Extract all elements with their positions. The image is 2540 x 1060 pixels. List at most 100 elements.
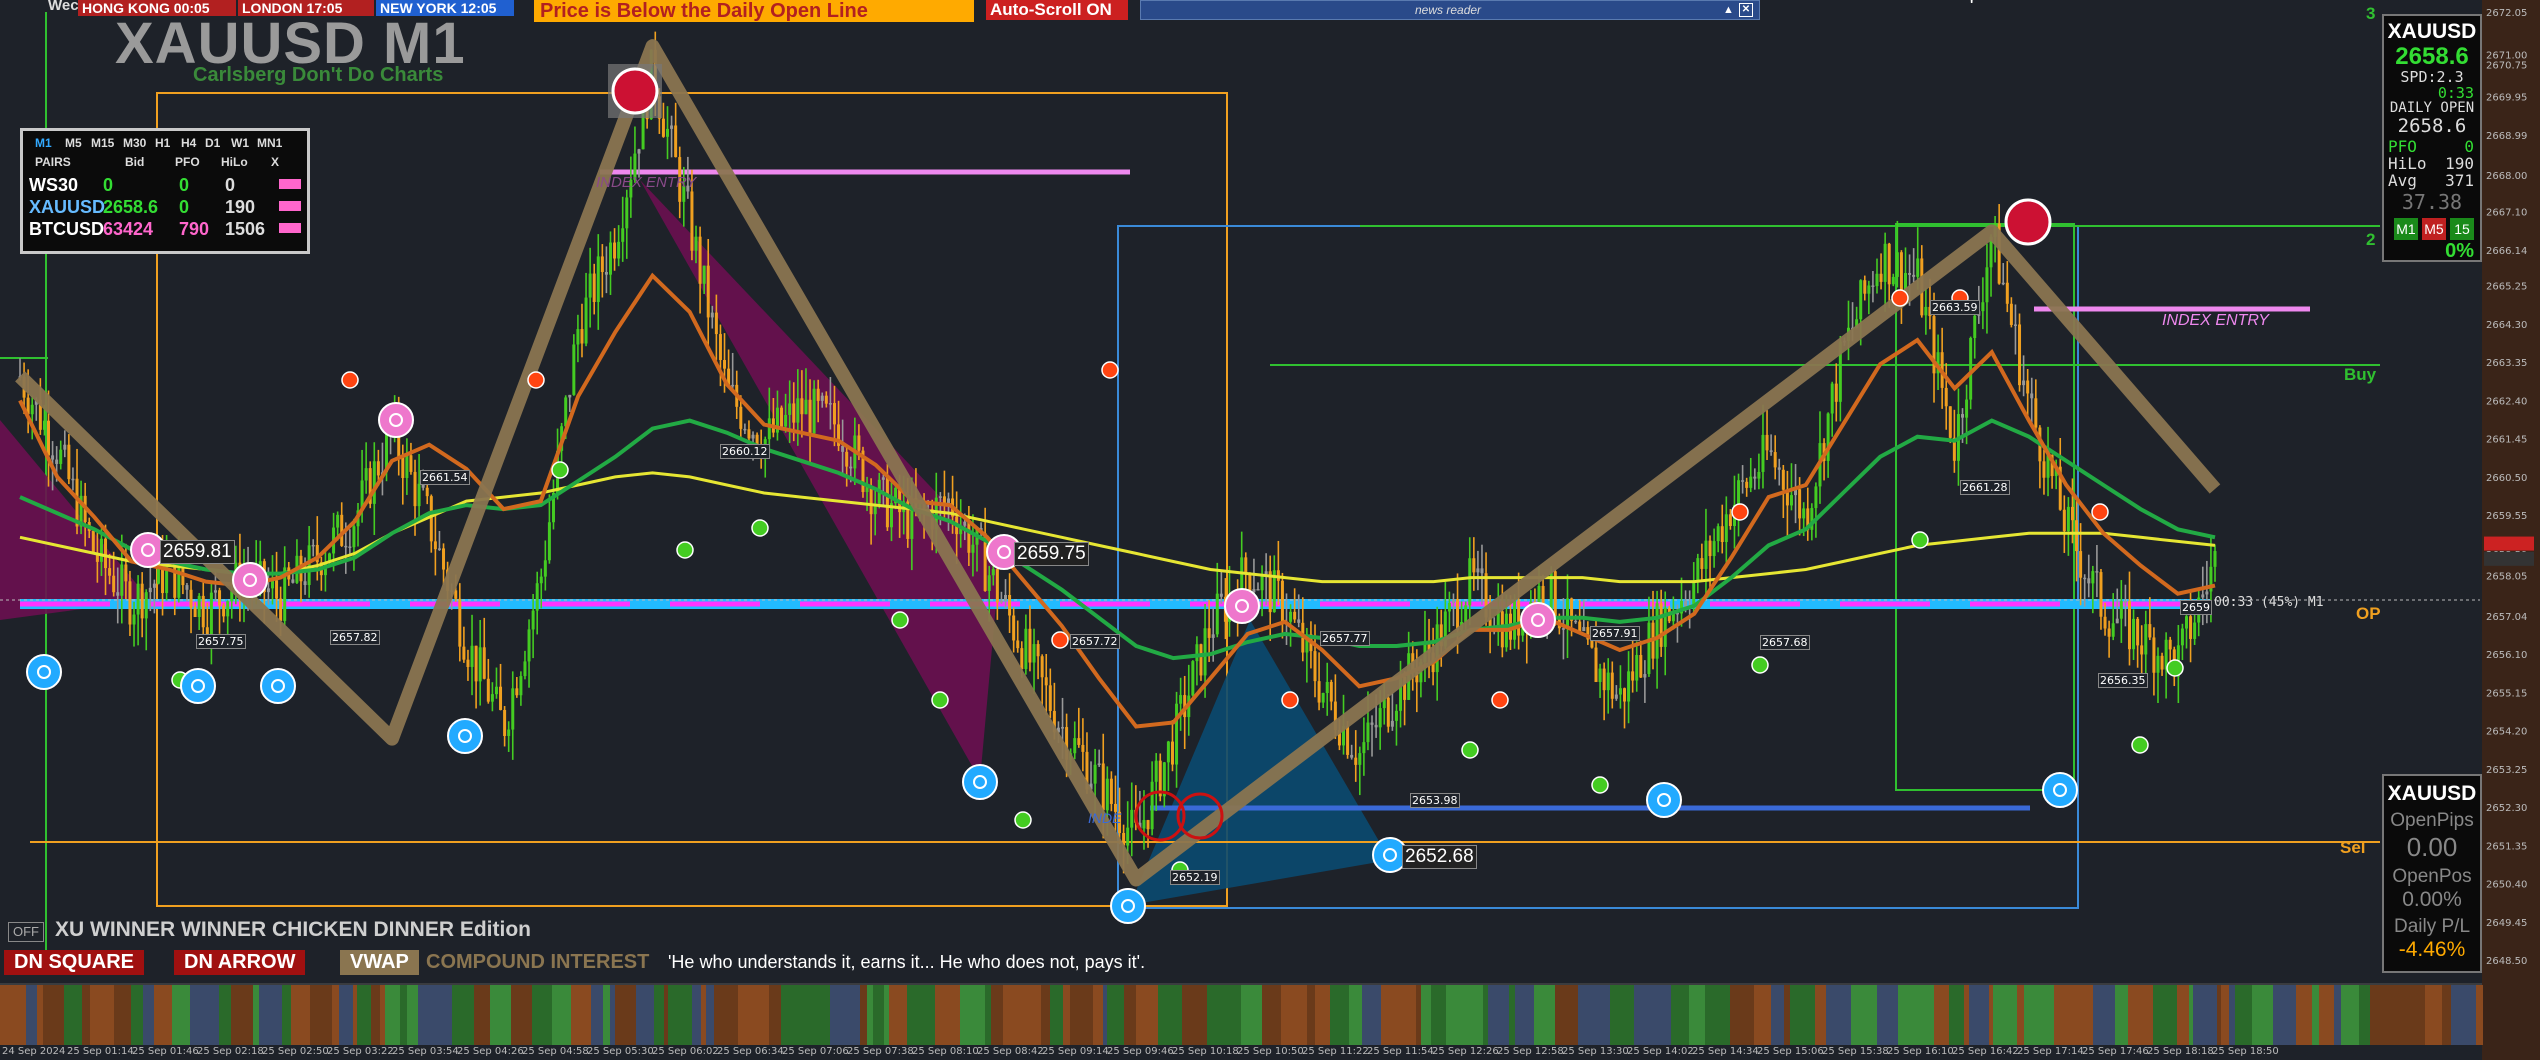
candle-body bbox=[1879, 273, 1883, 282]
vwap-button[interactable]: VWAP bbox=[340, 950, 419, 975]
y-tick-label: 2652.30 bbox=[2486, 803, 2527, 814]
volume-bar bbox=[2296, 985, 2312, 1045]
volume-bar bbox=[1989, 985, 1993, 1045]
candle-body bbox=[336, 514, 340, 528]
tf-m5[interactable]: M5 bbox=[65, 136, 82, 150]
price-chart[interactable]: 2672.052671.002670.752669.952668.992668.… bbox=[0, 0, 2540, 1060]
volume-bar bbox=[603, 985, 610, 1045]
candle-body bbox=[1745, 481, 1749, 488]
volume-bar bbox=[1964, 985, 1969, 1045]
candle-body bbox=[857, 435, 861, 451]
candle-body bbox=[580, 329, 584, 344]
arrow-signal-icon bbox=[378, 402, 414, 438]
candle-body bbox=[1749, 476, 1753, 488]
candle-body bbox=[576, 329, 580, 345]
volume-bar bbox=[474, 985, 490, 1045]
candle-body bbox=[991, 569, 995, 576]
small-price-label: 2663.59 bbox=[1930, 300, 1980, 315]
candle-body bbox=[490, 694, 494, 702]
volume-bar bbox=[297, 985, 310, 1045]
tf-mn1[interactable]: MN1 bbox=[257, 136, 282, 150]
news-reader-bar[interactable]: news reader ▲ ✕ bbox=[1140, 0, 1760, 20]
candle-body bbox=[1981, 302, 1985, 312]
volume-bar bbox=[64, 985, 82, 1045]
candle-body bbox=[1830, 383, 1834, 414]
candle-body bbox=[1610, 672, 1614, 699]
candle-body bbox=[1061, 727, 1065, 729]
volume-bar bbox=[889, 985, 907, 1045]
pair-close-bar[interactable] bbox=[279, 179, 301, 189]
volume-bar bbox=[253, 985, 259, 1045]
pair-close-bar[interactable] bbox=[279, 223, 301, 233]
tf-m30[interactable]: M30 bbox=[123, 136, 146, 150]
volume-strip bbox=[0, 983, 2483, 1045]
pair-hilo: 0 bbox=[225, 175, 236, 195]
tf-button-m5[interactable]: M5 bbox=[2422, 218, 2446, 240]
autoscroll-badge[interactable]: Auto-Scroll ON bbox=[986, 0, 1128, 20]
dn-square-button[interactable]: DN SQUARE bbox=[4, 950, 145, 975]
candle-body bbox=[67, 444, 71, 480]
volume-bar bbox=[743, 985, 749, 1045]
volume-bar bbox=[380, 985, 385, 1045]
candle-body bbox=[197, 595, 201, 617]
candle-body bbox=[1802, 508, 1806, 519]
candle-body bbox=[474, 645, 478, 682]
tf-button-m1[interactable]: M1 bbox=[2394, 218, 2418, 240]
candle-body bbox=[409, 455, 413, 472]
x-tick-label: 25 Sep 12:58 bbox=[1497, 1046, 1564, 1057]
volume-bar bbox=[706, 985, 714, 1045]
candle-body bbox=[2119, 601, 2123, 619]
candle-body bbox=[637, 149, 641, 154]
tf-h4[interactable]: H4 bbox=[181, 136, 196, 150]
candle-body bbox=[1256, 589, 1260, 591]
volume-bar bbox=[2221, 985, 2229, 1045]
candle-body bbox=[112, 575, 116, 593]
tf-d1[interactable]: D1 bbox=[205, 136, 220, 150]
news-reader-label: news reader bbox=[1415, 3, 1482, 17]
candle-body bbox=[503, 709, 507, 736]
volume-bar bbox=[219, 985, 231, 1045]
candle-body bbox=[820, 395, 824, 401]
candle-body bbox=[433, 541, 437, 550]
volume-bar bbox=[231, 985, 253, 1045]
volume-bar bbox=[664, 985, 668, 1045]
candle-body bbox=[116, 592, 120, 596]
x-tick-label: 25 Sep 11:22 bbox=[1302, 1046, 1369, 1057]
tf-m15[interactable]: M15 bbox=[91, 136, 114, 150]
x-tick-label: 25 Sep 07:38 bbox=[847, 1046, 914, 1057]
volume-bar bbox=[840, 985, 844, 1045]
level-label-2: 2 bbox=[2366, 230, 2376, 249]
candle-body bbox=[1020, 648, 1024, 669]
candle-body bbox=[511, 688, 515, 730]
tf-h1[interactable]: H1 bbox=[155, 136, 170, 150]
volume-bar bbox=[1555, 985, 1578, 1045]
signal-dot bbox=[1051, 631, 1069, 649]
dn-arrow-button[interactable]: DN ARROW bbox=[174, 950, 306, 975]
volume-bar bbox=[1610, 985, 1634, 1045]
volume-bar bbox=[1063, 985, 1070, 1045]
off-toggle[interactable]: OFF bbox=[8, 922, 44, 942]
candle-body bbox=[1704, 540, 1708, 569]
candle-body bbox=[275, 580, 279, 599]
candle-body bbox=[442, 548, 446, 570]
candle-body bbox=[1447, 603, 1451, 612]
volume-bar bbox=[1705, 985, 1718, 1045]
candle-body bbox=[2087, 578, 2091, 584]
candle-body bbox=[1464, 605, 1468, 623]
collapse-icon[interactable]: ▲ bbox=[1719, 1, 1738, 17]
candle-body bbox=[226, 601, 230, 617]
candle-body bbox=[1199, 644, 1203, 676]
pair-bid: 0 bbox=[103, 175, 114, 195]
tf-w1[interactable]: W1 bbox=[231, 136, 249, 150]
candle-body bbox=[1757, 471, 1761, 479]
volume-bar bbox=[591, 985, 603, 1045]
tf-button-15[interactable]: 15 bbox=[2450, 218, 2474, 240]
y-tick-label: 2654.20 bbox=[2486, 727, 2527, 738]
x-tick-label: 25 Sep 12:26 bbox=[1432, 1046, 1499, 1057]
pair-close-bar[interactable] bbox=[279, 201, 301, 211]
close-icon[interactable]: ✕ bbox=[1739, 3, 1753, 17]
candle-body bbox=[279, 598, 283, 621]
candle-body bbox=[91, 530, 95, 553]
tf-m1[interactable]: M1 bbox=[35, 136, 52, 150]
candle-body bbox=[2156, 655, 2160, 673]
